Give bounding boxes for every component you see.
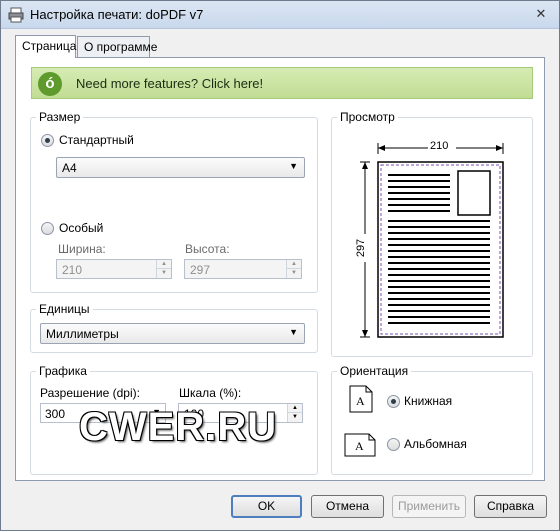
graphics-group-label: Графика [36,364,90,378]
paper-size-value: A4 [62,161,77,175]
printer-icon [8,7,24,23]
spin-down-icon[interactable]: ▼ [287,413,302,422]
width-value: 210 [62,263,83,277]
landscape-radio[interactable] [387,438,400,451]
units-select[interactable]: Миллиметры ▼ [40,323,305,344]
banner-text[interactable]: Need more features? Click here! [76,76,263,91]
spin-down-icon[interactable]: ▼ [156,269,171,278]
paper-size-select[interactable]: A4 ▼ [56,157,305,178]
ok-button[interactable]: OK [231,495,302,518]
landscape-label[interactable]: Альбомная [404,437,467,451]
title-bar[interactable]: Настройка печати: doPDF v7 ✕ [1,1,559,29]
svg-text:A: A [355,439,364,453]
dopdf-logo-icon: ó [38,72,62,96]
custom-size-label[interactable]: Особый [59,221,103,235]
units-group-label: Единицы [36,302,93,316]
width-label: Ширина: [58,242,106,256]
portrait-radio[interactable] [387,395,400,408]
print-settings-window: Настройка печати: doPDF v7 ✕ Страница О … [0,0,560,531]
portrait-label[interactable]: Книжная [404,394,452,408]
chevron-down-icon: ▼ [289,161,298,171]
spin-up-icon[interactable]: ▲ [286,260,301,269]
tab-about[interactable]: О программе [77,36,157,58]
watermark-logo: CWER.RU [79,405,278,449]
window-title: Настройка печати: doPDF v7 [30,7,204,22]
chevron-down-icon: ▼ [289,327,298,337]
spin-down-icon[interactable]: ▼ [286,269,301,278]
tab-page[interactable]: Страница [15,35,76,58]
upgrade-banner[interactable]: ó Need more features? Click here! [31,67,533,99]
page-preview [356,140,504,338]
preview-group: Просмотр 210 297 [331,110,533,357]
portrait-page-icon: A [349,385,373,413]
units-group: Единицы Миллиметры ▼ [30,302,318,353]
width-field[interactable]: 210 ▲ ▼ [56,259,172,279]
apply-button[interactable]: Применить [392,495,466,518]
spin-up-icon[interactable]: ▲ [287,404,302,413]
custom-size-radio[interactable] [41,222,54,235]
units-value: Миллиметры [46,327,119,341]
help-button[interactable]: Справка [474,495,547,518]
size-group: Размер Стандартный A4 ▼ Особый Ширина: 2… [30,110,318,293]
height-field[interactable]: 297 ▲ ▼ [184,259,302,279]
cancel-button[interactable]: Отмена [311,495,384,518]
standard-size-label[interactable]: Стандартный [59,133,134,147]
landscape-page-icon: A [344,433,376,457]
preview-width-dimension: 210 [430,140,449,152]
orientation-group: Ориентация A Книжная A Альбомная [331,364,533,475]
size-group-label: Размер [36,110,84,124]
standard-size-radio[interactable] [41,134,54,147]
scale-label: Шкала (%): [179,386,242,400]
svg-text:A: A [356,394,365,408]
height-value: 297 [190,263,211,277]
orientation-group-label: Ориентация [337,364,412,378]
spin-up-icon[interactable]: ▲ [156,260,171,269]
resolution-value: 300 [45,407,66,421]
close-icon[interactable]: ✕ [531,5,551,23]
preview-height-dimension: 297 [355,238,368,258]
height-label: Высота: [185,242,230,256]
resolution-label: Разрешение (dpi): [40,386,140,400]
